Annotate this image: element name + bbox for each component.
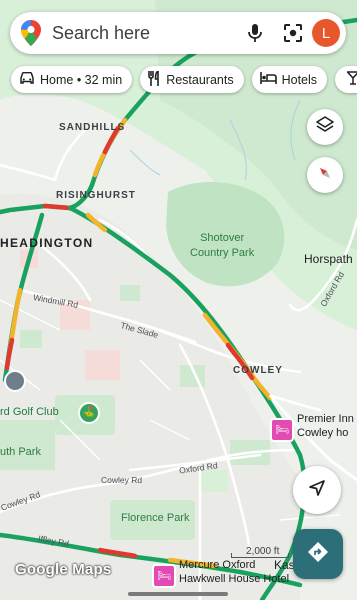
golf-marker-icon[interactable]: ⛳ <box>78 402 100 424</box>
chip-restaurants-label: Restaurants <box>166 72 234 87</box>
park-label-south-park[interactable]: uth Park <box>0 447 41 458</box>
chip-hotels[interactable]: Hotels <box>251 66 328 93</box>
chip-more[interactable] <box>335 66 357 93</box>
navigation-arrow-icon <box>308 479 326 502</box>
lens-camera-icon[interactable] <box>274 14 312 52</box>
compass-button[interactable] <box>307 157 343 193</box>
cocktail-icon <box>345 71 357 88</box>
restaurant-icon <box>148 69 161 89</box>
account-avatar[interactable]: L <box>312 19 340 47</box>
place-label-premier-inn[interactable]: Premier Inn Cowley ho <box>297 412 354 441</box>
chip-home-label: Home • 32 min <box>40 72 123 87</box>
car-icon <box>19 71 35 88</box>
microphone-icon[interactable] <box>236 14 274 52</box>
hotel-marker-icon[interactable]: 🛏 <box>152 564 176 588</box>
school-marker-icon[interactable] <box>4 370 26 392</box>
hotel-icon <box>259 72 277 87</box>
place-label-mercure[interactable]: Mercure Oxford Hawkwell House Hotel <box>179 558 289 587</box>
area-label-cowley: COWLEY <box>233 365 283 376</box>
search-input[interactable]: Search here <box>52 23 236 44</box>
compass-icon <box>316 164 334 187</box>
area-label-sandhills: SANDHILLS <box>59 122 126 133</box>
scale-bar <box>231 553 289 558</box>
search-bar[interactable]: Search here L <box>10 12 346 54</box>
park-label-florence[interactable]: Florence Park <box>121 513 189 524</box>
hotel-marker-icon[interactable]: 🛏 <box>270 418 294 442</box>
directions-button[interactable] <box>293 529 343 579</box>
chip-hotels-label: Hotels <box>281 72 318 87</box>
road-label-cowley-1: Cowley Rd <box>101 475 143 485</box>
chip-home[interactable]: Home • 32 min <box>11 66 133 93</box>
place-label-horspath: Horspath <box>304 252 353 266</box>
maps-pin-icon <box>10 20 52 46</box>
park-label-shotover[interactable]: Shotover Country Park <box>190 231 254 261</box>
layers-icon <box>316 115 334 139</box>
home-indicator[interactable] <box>128 592 228 596</box>
place-label-golf-club[interactable]: rd Golf Club <box>0 407 59 418</box>
my-location-button[interactable] <box>293 466 341 514</box>
layers-button[interactable] <box>307 109 343 145</box>
chip-restaurants[interactable]: Restaurants <box>140 66 244 93</box>
directions-icon <box>307 541 329 568</box>
area-label-risinghurst: RISINGHURST <box>56 190 136 201</box>
category-chips: Home • 32 min Restaurants Hotels <box>11 66 357 94</box>
google-maps-logo: Google Maps <box>15 561 112 578</box>
area-label-headington: HEADINGTON <box>0 236 94 250</box>
